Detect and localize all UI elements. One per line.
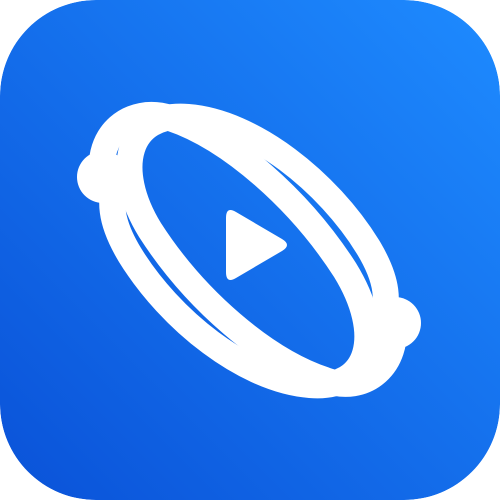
atom-play-icon (0, 0, 500, 500)
app-icon-canvas (0, 0, 500, 500)
orbit-node-bottom-right (369, 297, 421, 349)
app-icon[interactable] (0, 0, 500, 500)
